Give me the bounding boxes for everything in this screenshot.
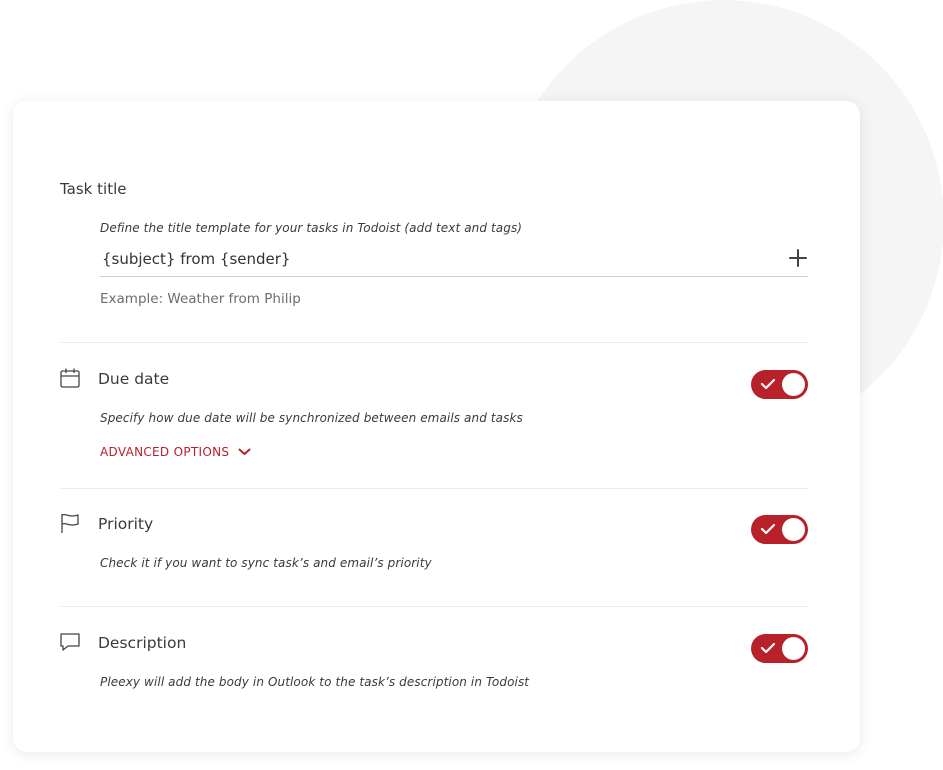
due-date-toggle[interactable] [751, 370, 808, 399]
task-title-input-value[interactable]: {subject} from {sender} [102, 250, 290, 268]
task-title-input[interactable]: {subject} from {sender} [100, 238, 808, 277]
due-date-title: Due date [98, 370, 170, 388]
priority-help: Check it if you want to sync task’s and … [100, 556, 432, 570]
chevron-down-icon [238, 448, 251, 455]
toggle-knob [782, 373, 805, 396]
toggle-knob [782, 518, 805, 541]
description-title: Description [98, 634, 187, 652]
check-icon [760, 642, 776, 654]
settings-card: Task title Define the title template for… [13, 101, 860, 752]
due-date-help: Specify how due date will be synchronize… [100, 411, 523, 425]
flag-icon [59, 512, 81, 534]
description-help: Pleexy will add the body in Outlook to t… [100, 675, 530, 689]
task-title-heading: Task title [60, 180, 127, 198]
task-title-example: Example: Weather from Philip [100, 291, 301, 307]
description-toggle[interactable] [751, 634, 808, 663]
plus-icon[interactable] [788, 248, 808, 268]
divider [60, 342, 808, 343]
divider [60, 606, 808, 607]
advanced-options-label: ADVANCED OPTIONS [100, 445, 230, 459]
check-icon [760, 378, 776, 390]
priority-title: Priority [98, 515, 154, 533]
divider [60, 488, 808, 489]
check-icon [760, 523, 776, 535]
toggle-knob [782, 637, 805, 660]
calendar-icon [59, 367, 81, 389]
advanced-options-link[interactable]: ADVANCED OPTIONS [100, 445, 251, 459]
task-title-help: Define the title template for your tasks… [100, 221, 523, 235]
priority-toggle[interactable] [751, 515, 808, 544]
comment-icon [59, 631, 81, 653]
